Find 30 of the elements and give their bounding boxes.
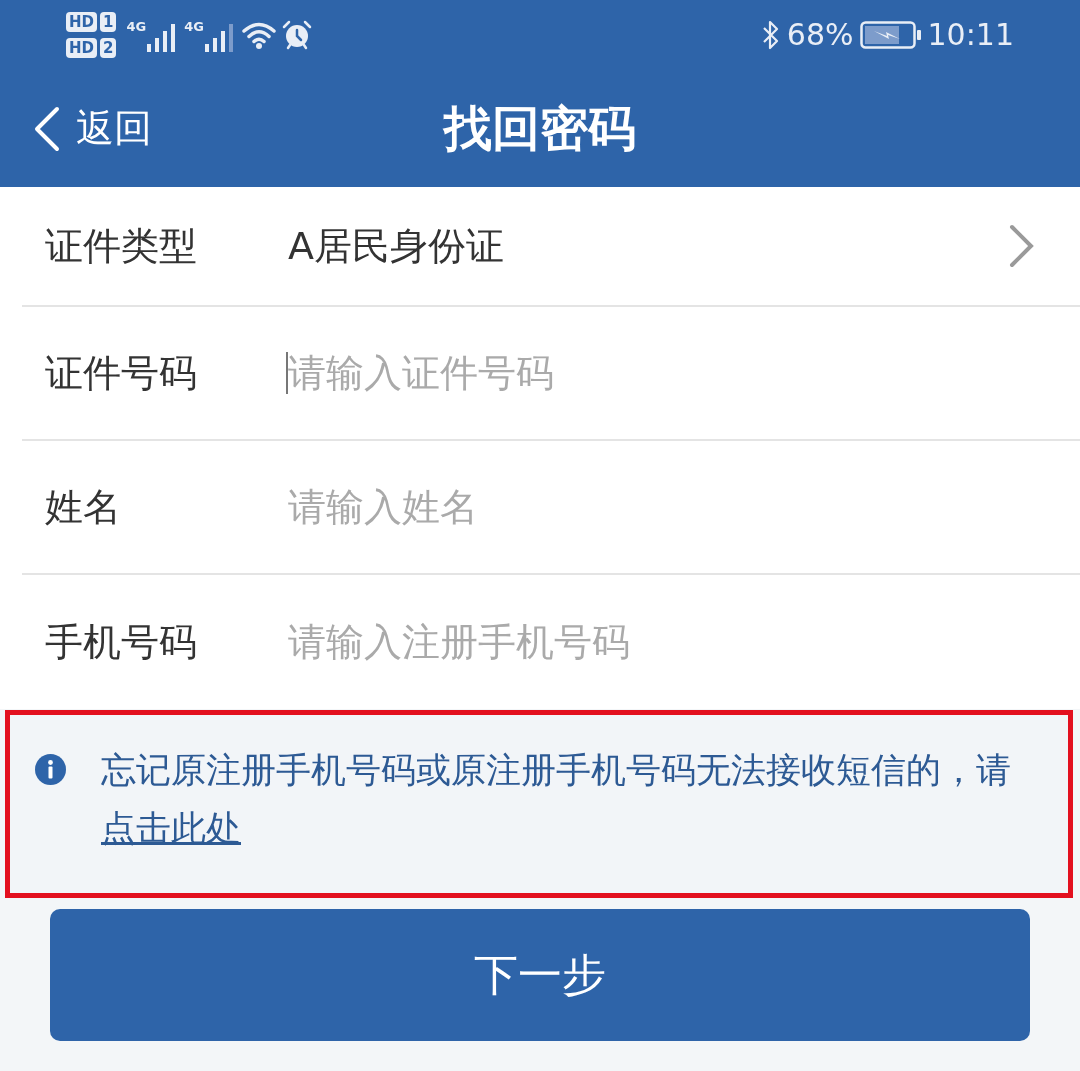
field-label: 证件号码 <box>45 349 198 397</box>
alarm-clock-icon <box>281 20 312 50</box>
sim-slot-badge: 1 <box>100 12 117 32</box>
network-type-label: 4G <box>126 20 147 34</box>
wifi-icon <box>241 21 276 49</box>
battery-charging-icon <box>859 21 922 49</box>
chevron-right-icon <box>1009 224 1035 268</box>
field-label: 证件类型 <box>45 222 198 270</box>
input-field[interactable]: 请输入证件号码 <box>288 347 1035 399</box>
next-step-button[interactable]: 下一步 <box>50 909 1030 1041</box>
input-field[interactable]: 请输入注册手机号码 <box>288 616 1035 668</box>
info-icon <box>35 754 66 785</box>
clock-time: 10:11 <box>927 17 1014 53</box>
back-button[interactable]: 返回 <box>32 103 152 154</box>
click-here-link[interactable]: 点击此处 <box>101 808 241 848</box>
field-label: 姓名 <box>45 483 122 531</box>
page-title: 找回密码 <box>444 98 636 158</box>
battery-percent: 68% <box>786 17 854 53</box>
signal-icon <box>146 24 177 52</box>
field-label: 手机号码 <box>45 618 198 666</box>
sim-slot-badge: 2 <box>100 38 117 58</box>
input-field[interactable]: 请输入姓名 <box>288 481 1035 533</box>
hd-badge: HD <box>66 38 97 58</box>
network-type-label: 4G <box>184 20 204 34</box>
chevron-left-icon <box>32 105 60 152</box>
notice-text: 忘记原注册手机号码或原注册手机号码无法接收短信的，请 点击此处 <box>101 749 1012 850</box>
bluetooth-icon <box>760 20 781 50</box>
hd-badge: HD <box>66 12 97 32</box>
field-value[interactable]: A居民身份证 <box>288 220 1009 272</box>
signal-icon <box>203 24 234 52</box>
